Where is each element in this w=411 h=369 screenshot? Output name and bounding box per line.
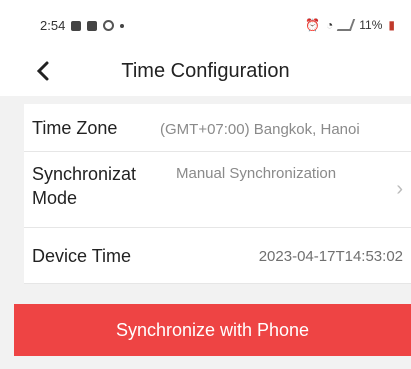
page-title: Time Configuration bbox=[121, 60, 290, 82]
time-zone-label: Time Zone bbox=[32, 118, 118, 138]
time-zone-row[interactable]: Time Zone (GMT+07:00) Bangkok, Hanoi bbox=[24, 104, 411, 152]
battery-text: 11% bbox=[359, 18, 383, 32]
header: Time Configuration bbox=[0, 48, 411, 96]
wifi-icon: ◔ bbox=[326, 18, 334, 32]
device-time-row: Device Time 2023-04-17T14:53:02 bbox=[24, 228, 411, 284]
status-time: 2:54 bbox=[40, 18, 66, 33]
status-bar: 2:54 ⏰ ◔ 11% ▮ bbox=[0, 0, 411, 48]
instagram-icon bbox=[103, 20, 115, 31]
signal-icon bbox=[337, 19, 356, 31]
status-left: 2:54 bbox=[40, 18, 125, 33]
sync-mode-row[interactable]: Synchronizat Mode Manual Synchronization… bbox=[24, 152, 411, 228]
message-icon bbox=[71, 20, 82, 31]
dot-icon bbox=[120, 23, 125, 28]
alarm-icon: ⏰ bbox=[305, 18, 320, 32]
lock-icon bbox=[87, 20, 98, 31]
device-time-value: 2023-04-17T14:53:02 bbox=[258, 248, 403, 265]
settings-list: Time Zone (GMT+07:00) Bangkok, Hanoi Syn… bbox=[24, 104, 411, 284]
battery-icon: ▮ bbox=[388, 18, 395, 32]
synchronize-button[interactable]: Synchronize with Phone bbox=[14, 304, 411, 356]
chevron-right-icon: › bbox=[396, 178, 403, 200]
status-right: ⏰ ◔ 11% ▮ bbox=[305, 18, 395, 32]
sync-mode-label: Synchronizat Mode bbox=[32, 164, 137, 208]
device-time-label: Device Time bbox=[32, 246, 132, 266]
time-zone-value: (GMT+07:00) Bangkok, Hanoi bbox=[160, 121, 360, 138]
sync-mode-value: Manual Synchronization bbox=[176, 165, 337, 182]
